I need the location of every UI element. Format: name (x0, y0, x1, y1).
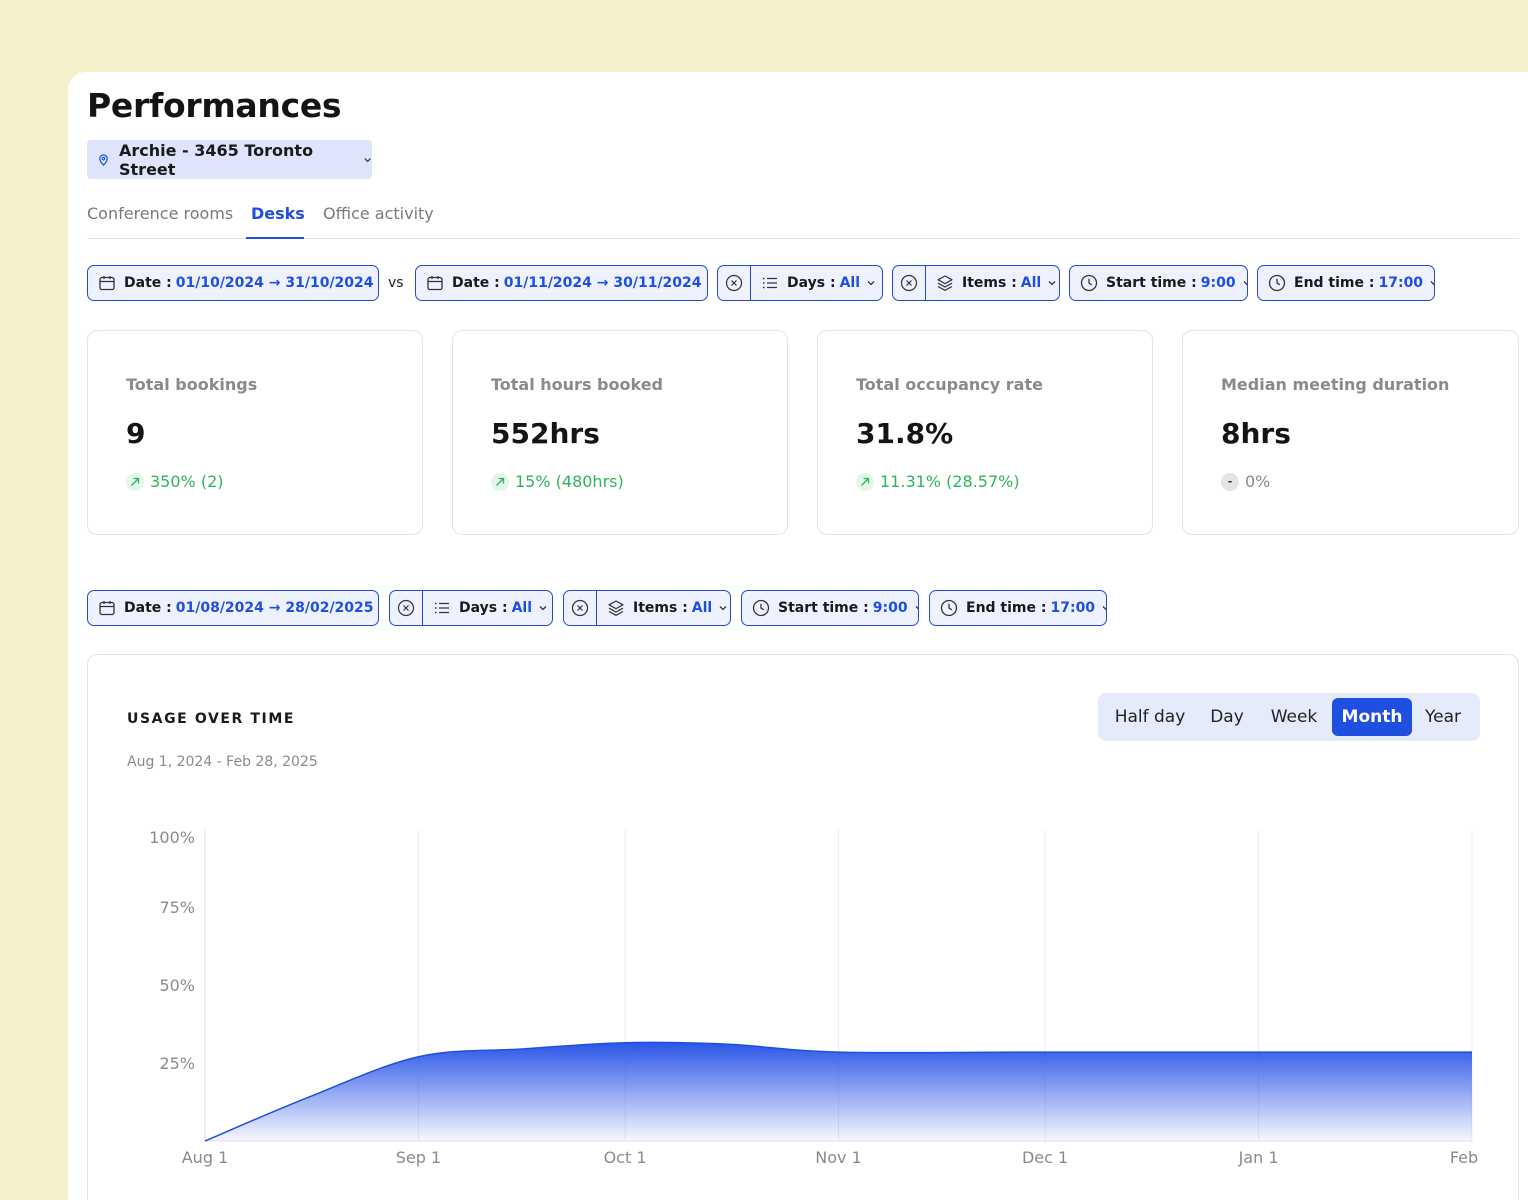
x-tick-label: Sep 1 (396, 1148, 441, 1167)
usage-area-chart: Aug 1 Sep 1 Oct 1 Nov 1 Dec 1 Jan 1 Feb 25% 50% 7… (149, 828, 1478, 1167)
x-tick-label: Aug 1 (182, 1148, 229, 1167)
x-tick-label: Dec 1 (1022, 1148, 1068, 1167)
usage-area (205, 1042, 1472, 1141)
y-tick-label: 100% (149, 828, 195, 847)
x-tick-label: Oct 1 (604, 1148, 647, 1167)
y-tick-label: 25% (159, 1054, 195, 1073)
x-tick-label: Feb (1450, 1148, 1478, 1167)
y-tick-label: 75% (159, 898, 195, 917)
x-tick-label: Jan 1 (1238, 1148, 1279, 1167)
x-tick-label: Nov 1 (815, 1148, 862, 1167)
y-tick-label: 50% (159, 976, 195, 995)
